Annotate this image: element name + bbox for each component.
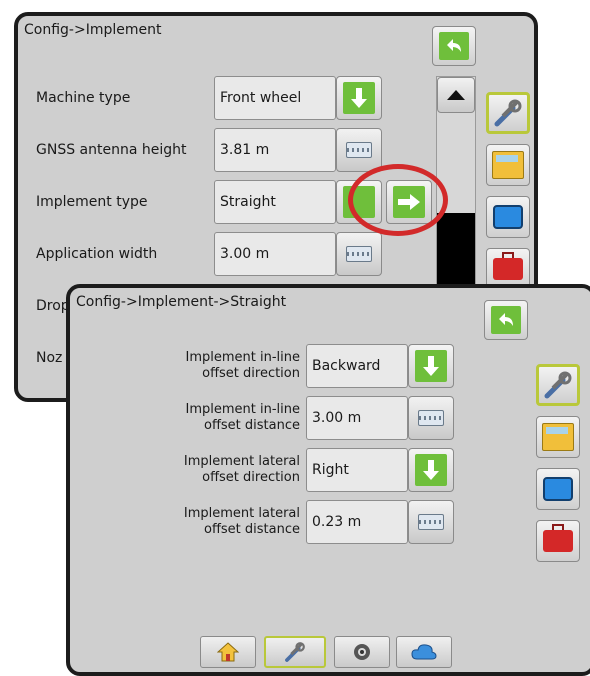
lateral-offset-distance-label: Implement lateral offset distance [140,506,300,538]
keyboard-icon [418,410,444,426]
tools-icon [544,371,572,399]
toolbar-setup-button[interactable] [264,636,326,668]
camera-icon [354,644,370,660]
lateral-offset-direction-dropdown-button[interactable] [408,448,454,492]
lateral-offset-direction-field[interactable]: Right [306,448,408,492]
scroll-up-button[interactable] [437,77,475,113]
implement-type-field[interactable]: Straight [214,180,336,224]
drop-label: Drop [36,298,70,314]
label-line: Implement in-line [185,350,301,365]
highlight-ring [348,164,448,236]
console-icon [492,151,524,179]
triangle-up-icon [447,90,465,100]
label-line: Implement lateral [183,506,300,521]
back-button[interactable] [484,300,528,340]
application-width-keyboard-button[interactable] [336,232,382,276]
machine-type-label: Machine type [36,90,131,106]
panel-title: Config->Implement [24,22,162,38]
arrow-down-icon [343,82,375,114]
label-line: offset direction [202,366,300,381]
toolbox-icon [543,524,573,552]
console-icon [542,423,574,451]
tab-system-setup[interactable] [536,364,580,406]
toolbar-home-button[interactable] [200,636,256,668]
gnss-antenna-height-label: GNSS antenna height [36,142,187,158]
label-line: offset distance [204,522,300,537]
tools-icon [494,99,522,127]
inline-offset-distance-field[interactable]: 3.00 m [306,396,408,440]
display-icon [493,205,523,229]
panel-title: Config->Implement->Straight [76,294,287,310]
toolbar-camera-button[interactable] [334,636,390,668]
inline-offset-direction-dropdown-button[interactable] [408,344,454,388]
inline-offset-distance-label: Implement in-line offset distance [140,402,301,434]
application-width-label: Application width [36,246,158,262]
tab-system-setup[interactable] [486,92,530,134]
lateral-offset-distance-field[interactable]: 0.23 m [306,500,408,544]
config-implement-straight-panel: Config->Implement->Straight Implement in… [66,284,590,676]
label-line: Implement lateral [183,454,300,469]
keyboard-icon [346,142,372,158]
arrow-down-icon [415,350,447,382]
lateral-offset-direction-label: Implement lateral offset direction [140,454,300,486]
keyboard-icon [418,514,444,530]
toolbox-icon [493,252,523,280]
label-line: offset distance [204,418,300,433]
gnss-antenna-height-keyboard-button[interactable] [336,128,382,172]
inline-offset-distance-keyboard-button[interactable] [408,396,454,440]
tab-tools[interactable] [536,520,580,562]
inline-offset-direction-label: Implement in-line offset direction [140,350,301,382]
tab-console[interactable] [486,144,530,186]
label-line: Implement in-line [185,402,301,417]
tools-icon [285,642,305,662]
toolbar-data-button[interactable] [396,636,452,668]
nozzle-label: Noz [36,350,63,366]
lateral-offset-distance-keyboard-button[interactable] [408,500,454,544]
application-width-field[interactable]: 3.00 m [214,232,336,276]
cloud-icon [411,644,437,660]
implement-type-label: Implement type [36,194,148,210]
home-icon [217,642,239,662]
label-line: offset direction [202,470,300,485]
gnss-antenna-height-field[interactable]: 3.81 m [214,128,336,172]
machine-type-field[interactable]: Front wheel [214,76,336,120]
keyboard-icon [346,246,372,262]
back-button[interactable] [432,26,476,66]
tab-display[interactable] [486,196,530,238]
tab-console[interactable] [536,416,580,458]
return-arrow-icon [439,32,469,60]
tab-display[interactable] [536,468,580,510]
display-icon [543,477,573,501]
return-arrow-icon [491,306,521,334]
arrow-down-icon [415,454,447,486]
inline-offset-direction-field[interactable]: Backward [306,344,408,388]
machine-type-dropdown-button[interactable] [336,76,382,120]
